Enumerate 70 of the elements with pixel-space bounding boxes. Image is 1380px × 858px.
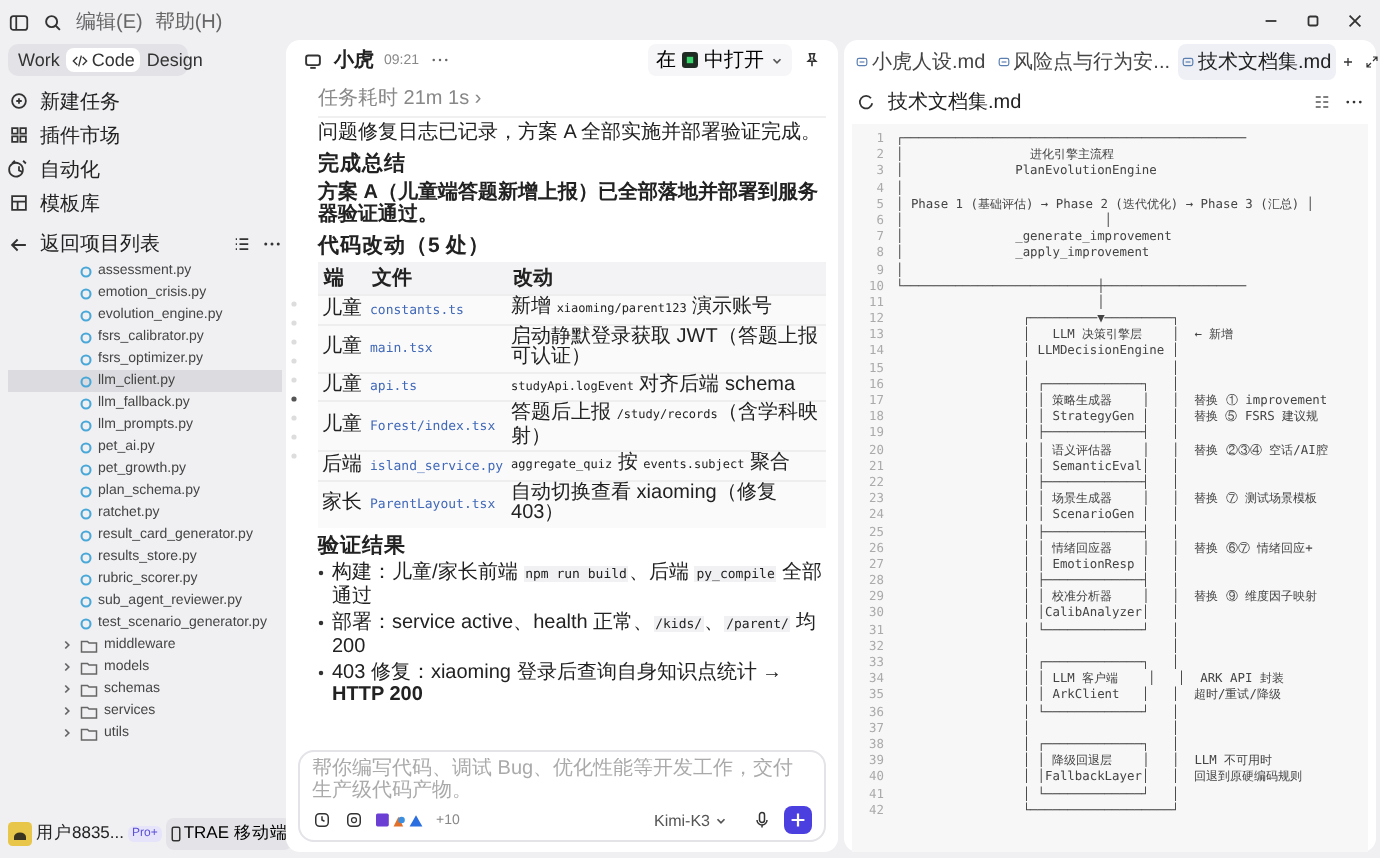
menu-item[interactable]: 编辑(E) bbox=[76, 8, 143, 36]
document-icon bbox=[1182, 56, 1195, 68]
phone-icon bbox=[169, 826, 182, 842]
image-icon[interactable] bbox=[344, 810, 364, 830]
caret-icon bbox=[770, 53, 784, 67]
user-name: 用户8835... bbox=[36, 822, 124, 846]
section-heading: 完成总结 bbox=[318, 152, 408, 176]
bullet-icon bbox=[318, 669, 324, 675]
nav-item[interactable]: 插件市场 bbox=[8, 118, 282, 152]
file-tab[interactable]: 风险点与行为安... bbox=[993, 44, 1175, 80]
code-icon bbox=[71, 53, 88, 67]
document-title: 技术文档集.md bbox=[888, 89, 1022, 116]
table-cell: 家长 bbox=[318, 480, 366, 527]
table-cell: 自动切换查看 xiaoming（修复 403） bbox=[507, 480, 826, 527]
alarm-clock-icon bbox=[8, 158, 30, 180]
nav-item[interactable]: 自动化 bbox=[8, 152, 282, 186]
view-mode-icon[interactable] bbox=[1312, 92, 1332, 112]
summary-text: 方案 A（儿童端答题新增上报）已全部落地并部署到服务器验证通过。 bbox=[318, 182, 820, 226]
mode-tab[interactable]: Code bbox=[65, 48, 141, 72]
refresh-icon[interactable] bbox=[856, 92, 876, 112]
table-cell: 启动静默登录获取 JWT（答题上报可认证） bbox=[507, 324, 826, 372]
bullet-icon bbox=[318, 619, 324, 625]
app-icon bbox=[682, 52, 698, 68]
microphone-icon[interactable] bbox=[752, 810, 772, 830]
section-heading: 代码改动（5 处） bbox=[318, 234, 492, 258]
result-item: 403 修复：xiaoming 登录后查询自身知识点统计 → HTTP 200 bbox=[332, 661, 785, 705]
table-cell: 儿童 bbox=[318, 295, 366, 324]
column-header: 改动 bbox=[507, 262, 826, 295]
column-header: 端 bbox=[318, 262, 366, 295]
pin-icon[interactable] bbox=[802, 50, 822, 70]
close-icon[interactable] bbox=[1346, 11, 1364, 29]
author-name: 小虎 bbox=[334, 47, 374, 74]
plus-icon bbox=[790, 812, 806, 828]
file-tab[interactable]: 技术文档集.md bbox=[1178, 44, 1336, 80]
table-cell: 后端 bbox=[318, 451, 366, 480]
table-cell: 儿童 bbox=[318, 372, 366, 401]
open-in-button[interactable]: 在 中打开 bbox=[648, 44, 792, 76]
section-heading: 验证结果 bbox=[318, 533, 408, 557]
expand-icon[interactable] bbox=[1363, 54, 1380, 70]
history-icon[interactable] bbox=[312, 810, 332, 830]
model-selector[interactable]: Kimi-K3 bbox=[641, 809, 740, 831]
nav-item[interactable]: 新建任务 bbox=[8, 84, 282, 118]
chat-icon bbox=[302, 49, 324, 71]
document-icon bbox=[856, 56, 868, 68]
file-tab[interactable]: 小虎人设.md bbox=[852, 44, 990, 80]
document-icon bbox=[997, 56, 1010, 68]
back-arrow-icon[interactable] bbox=[8, 233, 30, 255]
grid-icon bbox=[8, 124, 30, 146]
caret-icon bbox=[714, 813, 728, 827]
mode-tab[interactable]: Design bbox=[140, 48, 209, 72]
list-view-icon[interactable] bbox=[232, 234, 252, 254]
bullet-icon bbox=[318, 569, 324, 575]
table-cell: 儿童 bbox=[318, 401, 366, 451]
send-button[interactable] bbox=[784, 806, 812, 834]
nav-item[interactable]: 模板库 bbox=[8, 186, 282, 220]
task-duration[interactable]: 任务耗时 21m 1s › bbox=[318, 80, 826, 118]
layout-icon bbox=[8, 192, 30, 214]
add-icon[interactable] bbox=[1339, 54, 1356, 70]
table-cell: 儿童 bbox=[318, 324, 366, 372]
search-icon[interactable] bbox=[42, 11, 64, 33]
sidebar-toggle-icon[interactable] bbox=[8, 11, 30, 33]
maximize-icon[interactable] bbox=[1304, 11, 1322, 29]
mobile-app-button[interactable]: TRAE 移动端 bbox=[165, 818, 292, 850]
avatar-icon[interactable] bbox=[8, 822, 32, 846]
intro-text: 问题修复日志已记录，方案 A 全部实施并部署验证完成。 bbox=[318, 122, 824, 144]
column-header: 文件 bbox=[366, 262, 508, 295]
integrations-icon[interactable] bbox=[376, 812, 424, 828]
menu-item[interactable]: 帮助(H) bbox=[154, 8, 223, 36]
mode-tab[interactable]: Work bbox=[12, 48, 66, 72]
back-link[interactable]: 返回项目列表 bbox=[40, 230, 222, 258]
